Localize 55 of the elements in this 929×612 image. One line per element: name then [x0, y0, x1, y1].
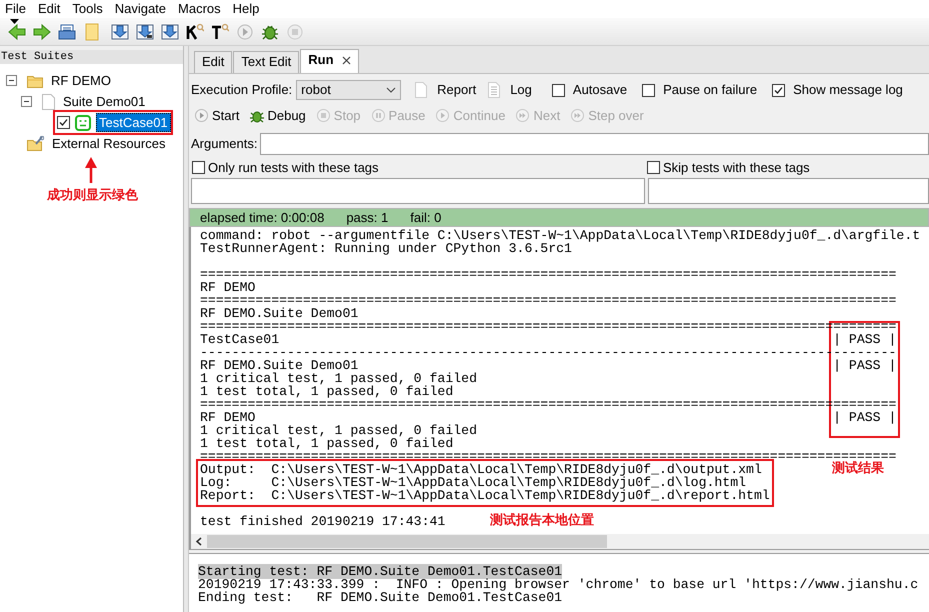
tab[interactable]: Run	[300, 49, 359, 73]
tab[interactable]: Edit	[194, 51, 232, 73]
console-line: 1 test total, 1 passed, 0 failed	[200, 385, 454, 398]
console-line: ----------------------------------------------------------------------------------------	[200, 346, 896, 359]
checkbox-label: Only run tests with these tags	[208, 160, 379, 176]
tree-item[interactable]: External Resources	[49, 134, 168, 154]
menu-item[interactable]: Edit	[32, 1, 68, 17]
checkbox-label: Pause on failure	[663, 82, 758, 98]
console-line: 1 test total, 1 passed, 0 failed	[200, 437, 454, 450]
status-text: pass: 1	[346, 210, 388, 226]
log-line: 20190219 17:43:33.399 : INFO : Opening browser 'chrome' to base url 'https://www.jianshu.c	[198, 577, 918, 592]
console-line: RF DEMO.Suite Demo01	[200, 307, 358, 320]
annotation-text: 测试报告本地位置	[490, 512, 594, 528]
link[interactable]: Log	[510, 82, 532, 98]
link[interactable]: Report	[437, 82, 476, 98]
profile-dropdown[interactable]: robot	[296, 80, 402, 100]
console-line: test finished 20190219 17:43:41	[200, 515, 446, 528]
field-label: Execution Profile:	[191, 82, 292, 98]
console-line: TestRunnerAgent: Running under CPython 3.6.5rc1	[200, 242, 572, 255]
console-line: ========================================================================================	[200, 268, 896, 281]
console-line: Report: C:\Users\TEST-W~1\AppData\Local\Temp\RIDE8dyju0f_.d\report.html	[200, 489, 770, 502]
pass-status: | PASS |	[833, 411, 896, 424]
tree-item[interactable]: RF DEMO	[48, 70, 114, 90]
tree-item[interactable]: Suite Demo01	[60, 92, 148, 112]
menu-item[interactable]: Help	[228, 1, 266, 17]
pass-status: | PASS |	[833, 333, 896, 346]
console-line: command: robot --argumentfile C:\Users\TEST-W~1\AppData\Local\Temp\RIDE8dyju0f_.d\argfile.t	[200, 229, 920, 242]
console-line: RF DEMO.Suite Demo01	[200, 359, 358, 372]
checkbox-label: Autosave	[572, 82, 628, 98]
checkbox-label: Skip tests with these tags	[663, 160, 810, 176]
console-line: RF DEMO	[200, 281, 256, 294]
menu-item[interactable]: File	[0, 1, 33, 17]
console-line: RF DEMO	[200, 411, 256, 424]
annotation-text: 测试结果	[832, 460, 884, 476]
menu-item[interactable]: Macros	[173, 1, 228, 17]
console-line: TestCase01	[200, 333, 280, 346]
pass-status: | PASS |	[833, 359, 896, 372]
console-line: 1 critical test, 1 passed, 0 failed	[200, 424, 477, 437]
toolbar-button[interactable]: Debug	[250, 108, 306, 124]
console-line: Log: C:\Users\TEST-W~1\AppData\Local\Temp\RIDE8dyju0f_.d\log.html	[200, 476, 746, 489]
checkbox-label: Show message log	[793, 82, 903, 98]
menu-item[interactable]: Tools	[67, 1, 110, 17]
status-text: fail: 0	[410, 210, 442, 226]
panel-title: Test Suites	[1, 51, 74, 63]
toolbar-button[interactable]: Start	[195, 108, 240, 124]
annotation-text: 成功则显示绿色	[47, 187, 138, 203]
log-line: Ending test: RF DEMO.Suite Demo01.TestCase01	[198, 590, 562, 605]
menu-item[interactable]: Navigate	[110, 1, 174, 17]
console-line: 1 critical test, 1 passed, 0 failed	[200, 372, 477, 385]
console-line: Output: C:\Users\TEST-W~1\AppData\Local\Temp\RIDE8dyju0f_.d\output.xml	[200, 463, 762, 476]
field-label: Arguments:	[191, 136, 258, 152]
tab[interactable]: Text Edit	[233, 51, 300, 73]
tree-item[interactable]: TestCase01	[96, 112, 171, 132]
status-text: elapsed time: 0:00:08	[200, 210, 324, 226]
console-line: ========================================================================================	[200, 294, 896, 307]
